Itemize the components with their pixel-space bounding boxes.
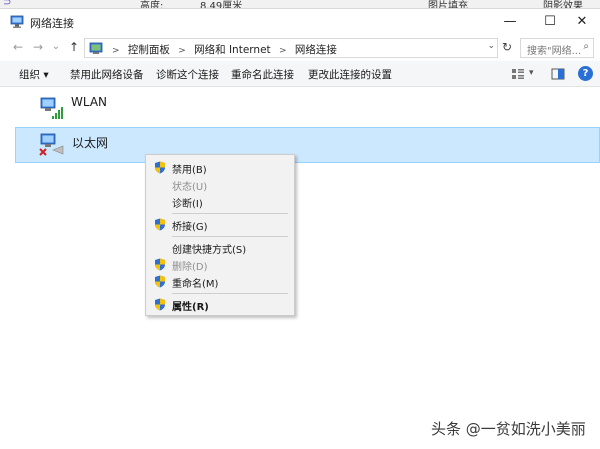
up-button[interactable]: ↑	[66, 39, 82, 55]
control-panel-icon	[89, 42, 103, 54]
menu-item-disable[interactable]: 禁用(B)	[147, 159, 293, 176]
context-menu: 禁用(B) 状态(U) 诊断(I) 桥接(G) 创建快捷方式(S) 删除(D) …	[145, 154, 295, 316]
view-options-icon[interactable]	[511, 66, 525, 82]
close-button[interactable]: ✕	[564, 9, 600, 35]
uac-shield-icon	[155, 275, 165, 288]
breadcrumb-separator: >	[279, 46, 287, 56]
menu-item-rename[interactable]: 重命名(M)	[147, 273, 293, 290]
connection-ethernet[interactable]: 以太网	[15, 127, 600, 163]
search-icon: ⌕	[583, 41, 589, 52]
wifi-adapter-icon	[40, 97, 63, 119]
recent-locations-button[interactable]: ⌄	[48, 39, 64, 55]
connection-name: WLAN	[71, 95, 108, 109]
menu-item-label: 桥接(G)	[172, 222, 208, 233]
view-dropdown-button[interactable]: ▾	[529, 68, 534, 84]
uac-shield-icon	[155, 161, 165, 174]
menu-separator	[172, 236, 288, 237]
minimize-button[interactable]: —	[492, 9, 528, 35]
breadcrumb: > 控制面板 > 网络和 Internet > 网络连接	[107, 42, 337, 57]
uac-shield-icon	[155, 258, 165, 271]
host-app-toolbar: ⊃ 高度: 8.49厘米 图片填充 阴影效果	[0, 0, 600, 9]
diagnose-connection-button[interactable]: 诊断这个连接	[156, 67, 219, 82]
title-bar: 网络连接 — ☐ ✕	[0, 9, 600, 35]
host-height-value[interactable]: 8.49厘米	[200, 0, 242, 8]
back-button[interactable]: ←	[10, 39, 26, 55]
forward-button[interactable]: →	[30, 39, 46, 55]
maximize-button[interactable]: ☐	[532, 9, 568, 35]
menu-item-label: 禁用(B)	[172, 165, 207, 176]
address-dropdown-button[interactable]: ⌄	[487, 41, 495, 51]
help-icon[interactable]: ?	[578, 66, 593, 81]
search-placeholder: 搜索"网络...	[527, 46, 582, 57]
breadcrumb-network-internet[interactable]: 网络和 Internet	[194, 44, 271, 56]
search-input[interactable]: 搜索"网络... ⌕	[520, 38, 594, 58]
connection-wlan[interactable]: WLAN	[15, 89, 600, 125]
menu-item-label: 状态(U)	[172, 182, 208, 193]
refresh-button[interactable]: ↻	[500, 39, 514, 55]
menu-item-label: 删除(D)	[172, 262, 208, 273]
disable-device-button[interactable]: 禁用此网络设备	[70, 67, 144, 82]
breadcrumb-control-panel[interactable]: 控制面板	[128, 44, 170, 56]
menu-item-label: 诊断(I)	[172, 199, 203, 210]
preview-pane-icon[interactable]	[551, 66, 565, 82]
address-field[interactable]: > 控制面板 > 网络和 Internet > 网络连接 ⌄	[84, 38, 498, 58]
organize-button[interactable]: 组织 ▾	[19, 67, 49, 82]
menu-separator	[172, 293, 288, 294]
host-shadow-label[interactable]: 阴影效果	[543, 0, 583, 8]
menu-item-bridge[interactable]: 桥接(G)	[147, 216, 293, 233]
watermark-text: 头条 @一贫如洗小美丽	[431, 420, 586, 438]
window-title: 网络连接	[30, 17, 74, 30]
menu-item-delete[interactable]: 删除(D)	[147, 256, 293, 273]
uac-shield-icon	[155, 218, 165, 231]
breadcrumb-separator: >	[178, 46, 186, 56]
uac-shield-icon	[155, 298, 165, 311]
breadcrumb-separator: >	[112, 46, 120, 56]
menu-item-label: 重命名(M)	[172, 279, 219, 290]
ethernet-adapter-disconnected-icon	[39, 133, 64, 156]
breadcrumb-network-connections[interactable]: 网络连接	[295, 44, 337, 56]
address-bar: ← → ⌄ ↑ > 控制面板 > 网络和 Internet > 网络连接 ⌄ ↻…	[0, 35, 600, 61]
command-bar: 组织 ▾ 禁用此网络设备 诊断这个连接 重命名此连接 更改此连接的设置 ▾ ?	[0, 61, 600, 87]
rename-connection-button[interactable]: 重命名此连接	[231, 67, 294, 82]
menu-item-label: 创建快捷方式(S)	[172, 245, 247, 256]
change-settings-button[interactable]: 更改此连接的设置	[308, 67, 392, 82]
connections-list: WLAN 以太网	[0, 87, 600, 449]
host-fill-label[interactable]: 图片填充	[428, 0, 468, 8]
host-height-label: 高度:	[140, 1, 164, 9]
network-connections-icon	[10, 15, 24, 28]
connection-name: 以太网	[72, 136, 109, 150]
menu-item-properties[interactable]: 属性(R)	[147, 296, 293, 313]
menu-item-status[interactable]: 状态(U)	[147, 176, 293, 193]
menu-item-diagnose[interactable]: 诊断(I)	[147, 193, 293, 210]
menu-item-label: 属性(R)	[172, 302, 209, 313]
host-app-icon: ⊃	[3, 0, 12, 8]
menu-separator	[172, 213, 288, 214]
menu-item-create-shortcut[interactable]: 创建快捷方式(S)	[147, 239, 293, 256]
